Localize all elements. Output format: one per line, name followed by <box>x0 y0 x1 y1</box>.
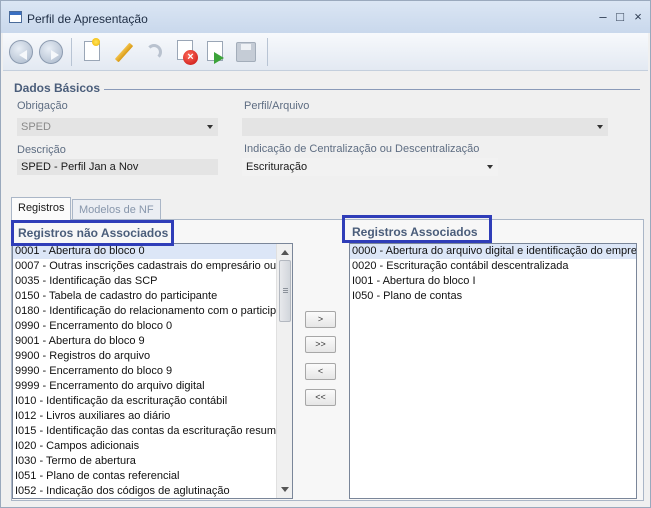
list-item[interactable]: I015 - Identificação das contas da escri… <box>13 424 292 439</box>
list-item[interactable]: 9990 - Encerramento do bloco 9 <box>13 364 292 379</box>
tab-modelos-nf[interactable]: Modelos de NF <box>72 199 161 220</box>
chevron-down-icon <box>207 125 213 129</box>
nao-associados-title: Registros não Associados <box>18 226 169 240</box>
undo-icon <box>146 44 162 60</box>
chevron-down-icon <box>597 125 603 129</box>
maximize-button[interactable]: □ <box>610 9 630 25</box>
toolbar-separator <box>267 38 268 66</box>
obrigacao-value: SPED <box>21 121 51 133</box>
delete-button[interactable]: × <box>172 38 200 66</box>
list-item[interactable]: I052 - Indicação dos códigos de aglutina… <box>13 484 292 498</box>
list-item[interactable]: 0007 - Outras inscrições cadastrais do e… <box>13 259 292 274</box>
list-item[interactable]: I020 - Campos adicionais <box>13 439 292 454</box>
toolbar: × <box>3 33 648 71</box>
scroll-thumb[interactable] <box>279 260 291 322</box>
list-item[interactable]: 0001 - Abertura do bloco 0 <box>13 244 292 259</box>
list-item[interactable]: 0000 - Abertura do arquivo digital e ide… <box>350 244 636 259</box>
move-one-left-button[interactable]: < <box>305 363 336 380</box>
save-button[interactable] <box>232 38 260 66</box>
move-all-right-button[interactable]: >> <box>305 336 336 353</box>
descricao-label: Descrição <box>17 144 66 156</box>
list-item[interactable]: I001 - Abertura do bloco I <box>350 274 636 289</box>
scroll-up-icon[interactable] <box>281 250 289 255</box>
move-one-right-button[interactable]: > <box>305 311 336 328</box>
close-button[interactable]: × <box>628 9 648 25</box>
vertical-scrollbar[interactable] <box>276 244 292 498</box>
pencil-edit-icon <box>114 42 134 63</box>
list-item[interactable]: 0990 - Encerramento do bloco 0 <box>13 319 292 334</box>
new-document-icon <box>84 38 100 61</box>
undo-button[interactable] <box>140 38 168 66</box>
list-item[interactable]: I030 - Termo de abertura <box>13 454 292 469</box>
list-item[interactable]: I051 - Plano de contas referencial <box>13 469 292 484</box>
list-item[interactable]: 9999 - Encerramento do arquivo digital <box>13 379 292 394</box>
list-item[interactable]: 9001 - Abertura do bloco 9 <box>13 334 292 349</box>
associados-list: 0000 - Abertura do arquivo digital e ide… <box>350 244 636 304</box>
forward-button[interactable] <box>37 38 65 66</box>
toolbar-separator <box>71 38 72 66</box>
list-item[interactable]: 0150 - Tabela de cadastro do participant… <box>13 289 292 304</box>
back-button[interactable] <box>7 38 35 66</box>
back-arrow-icon <box>9 40 33 64</box>
list-item[interactable]: 0035 - Identificação das SCP <box>13 274 292 289</box>
list-item[interactable]: I050 - Plano de contas <box>350 289 636 304</box>
move-all-left-button[interactable]: << <box>305 389 336 406</box>
obrigacao-label: Obrigação <box>17 100 68 112</box>
save-icon <box>236 42 256 62</box>
tab-registros[interactable]: Registros <box>11 197 72 220</box>
indicacao-label: Indicação de Centralização ou Descentral… <box>244 143 480 155</box>
perfil-arquivo-label: Perfil/Arquivo <box>244 100 310 112</box>
chevron-down-icon <box>487 165 493 169</box>
section-divider <box>104 89 640 90</box>
indicacao-value: Escrituração <box>246 161 308 173</box>
list-item[interactable]: 0020 - Escrituração contábil descentrali… <box>350 259 636 274</box>
edit-button[interactable] <box>108 38 136 66</box>
nao-associados-listbox[interactable]: 0001 - Abertura do bloco 0 0007 - Outras … <box>12 243 293 499</box>
nao-associados-list: 0001 - Abertura do bloco 0 0007 - Outras … <box>13 244 292 498</box>
delete-icon: × <box>183 50 198 65</box>
title-bar: Perfil de Apresentação – □ × <box>1 1 650 33</box>
export-icon <box>214 52 224 64</box>
perfil-apresentacao-window: Perfil de Apresentação – □ × × Dados Bás… <box>0 0 651 508</box>
associados-listbox[interactable]: 0000 - Abertura do arquivo digital e ide… <box>349 243 637 499</box>
list-item[interactable]: I012 - Livros auxiliares ao diário <box>13 409 292 424</box>
list-item[interactable]: 0180 - Identificação do relacionamento c… <box>13 304 292 319</box>
export-button[interactable] <box>202 38 230 66</box>
dados-basicos-title: Dados Básicos <box>14 81 101 95</box>
forward-arrow-icon <box>39 40 63 64</box>
new-button[interactable] <box>78 38 106 66</box>
scroll-down-icon[interactable] <box>281 487 289 492</box>
descricao-field[interactable]: SPED - Perfil Jan a Nov <box>17 159 218 175</box>
associados-title: Registros Associados <box>352 225 478 239</box>
indicacao-select[interactable]: Escrituração <box>242 158 498 176</box>
list-item[interactable]: 9900 - Registros do arquivo <box>13 349 292 364</box>
window-app-icon <box>9 11 22 23</box>
obrigacao-select[interactable]: SPED <box>17 118 218 136</box>
perfil-arquivo-select[interactable] <box>242 118 608 136</box>
window-title: Perfil de Apresentação <box>27 12 148 26</box>
list-item[interactable]: I010 - Identificação da escrituração con… <box>13 394 292 409</box>
